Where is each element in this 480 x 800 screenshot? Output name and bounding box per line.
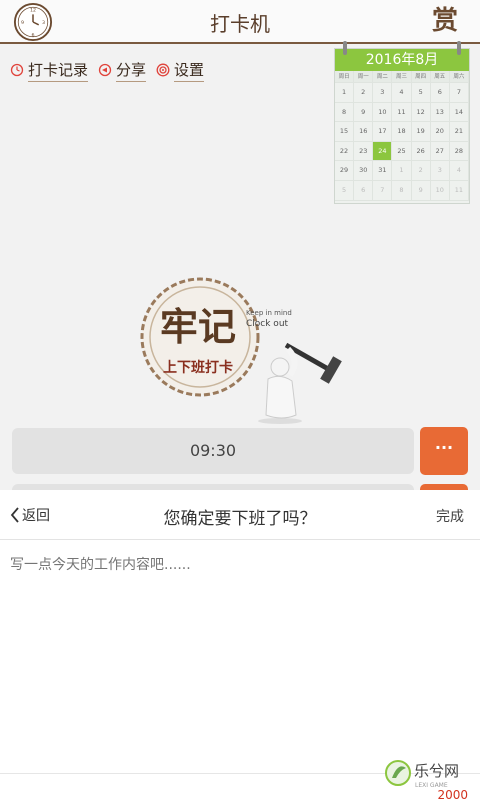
work-note-input[interactable]	[10, 554, 470, 754]
calendar-day[interactable]: 11	[392, 102, 412, 123]
calendar-day-next-month[interactable]: 2	[411, 161, 431, 181]
calendar-ring-right	[457, 41, 461, 55]
calendar-day[interactable]: 31	[373, 161, 393, 181]
calendar-day[interactable]: 9	[354, 102, 374, 123]
calendar-day[interactable]: 15	[335, 122, 355, 142]
calendar: 2016年8月 周日 周一 周二 周三 周四 周五 周六 1 2 3 4 5 6…	[334, 41, 470, 204]
link-history-label: 打卡记录	[28, 59, 89, 82]
calendar-day-next-month[interactable]: 1	[392, 161, 412, 181]
history-icon	[10, 63, 24, 77]
calendar-day[interactable]: 25	[392, 141, 412, 162]
calendar-day[interactable]: 4	[392, 83, 412, 103]
calendar-day[interactable]: 19	[411, 122, 431, 142]
reward-button[interactable]: 赏	[428, 4, 462, 38]
top-bar: 12 3 6 9 打卡机 赏	[0, 0, 480, 44]
weekday-label: 周日	[335, 71, 355, 83]
calendar-day[interactable]: 8	[335, 102, 355, 123]
calendar-day[interactable]: 23	[354, 141, 374, 162]
calendar-day[interactable]: 29	[335, 161, 355, 181]
calendar-day[interactable]: 21	[449, 122, 469, 142]
share-icon	[98, 63, 112, 77]
page-title: 打卡机	[210, 12, 270, 36]
sheet-header: 返回 您确定要下班了吗？ 完成	[0, 490, 480, 540]
weekday-label: 周二	[373, 71, 393, 83]
calendar-day[interactable]: 6	[430, 83, 450, 103]
calendar-day-next-month[interactable]: 8	[392, 180, 412, 201]
link-history[interactable]: 打卡记录	[10, 58, 89, 82]
calendar-day[interactable]: 7	[449, 83, 469, 103]
calendar-day-next-month[interactable]: 9	[411, 180, 431, 201]
logo-big-text: 牢记	[160, 305, 236, 349]
calendar-day-next-month[interactable]: 6	[354, 180, 374, 201]
calendar-day-today[interactable]: 24	[373, 141, 393, 162]
calendar-day[interactable]: 27	[430, 141, 450, 162]
calendar-day-next-month[interactable]: 3	[430, 161, 450, 181]
calendar-day[interactable]: 2	[354, 83, 374, 103]
watermark-text: 乐兮网	[414, 762, 459, 780]
weekday-label: 周五	[430, 71, 450, 83]
logo-english-2: Clock out	[246, 319, 289, 329]
clock-out-sheet: 返回 您确定要下班了吗？ 完成 2000	[0, 490, 480, 800]
settings-icon	[156, 63, 170, 77]
calendar-day[interactable]: 30	[354, 161, 374, 181]
done-button[interactable]: 完成	[436, 506, 464, 526]
calendar-grid: 周日 周一 周二 周三 周四 周五 周六 1 2 3 4 5 6 7 8 9 1…	[335, 71, 469, 201]
calendar-day[interactable]: 22	[335, 141, 355, 162]
weekday-label: 周四	[411, 71, 431, 83]
calendar-day[interactable]: 14	[449, 102, 469, 123]
calendar-day-next-month[interactable]: 4	[449, 161, 469, 181]
logo-english-1: Keep in mind	[246, 309, 292, 317]
clock-in-logo: 牢记 上下班打卡 Keep in mind Clock out	[140, 277, 342, 424]
calendar-day-next-month[interactable]: 7	[373, 180, 393, 201]
calendar-day[interactable]: 16	[354, 122, 374, 142]
calendar-day[interactable]: 1	[335, 83, 355, 103]
calendar-day[interactable]: 3	[373, 83, 393, 103]
link-share[interactable]: 分享	[98, 58, 147, 82]
calendar-day-next-month[interactable]: 5	[335, 180, 355, 201]
logo-sub-text: 上下班打卡	[163, 359, 233, 376]
weekday-label: 周六	[449, 71, 469, 83]
calendar-day[interactable]: 26	[411, 141, 431, 162]
more-options-button[interactable]: ···	[420, 427, 468, 475]
calendar-day[interactable]: 13	[430, 102, 450, 123]
calendar-month-title[interactable]: 2016年8月	[335, 49, 469, 71]
weekday-label: 周一	[354, 71, 374, 83]
calendar-day[interactable]: 17	[373, 122, 393, 142]
calendar-day[interactable]: 28	[449, 141, 469, 162]
time-display[interactable]: 09:30	[12, 428, 414, 474]
calendar-day[interactable]: 18	[392, 122, 412, 142]
calendar-ring-left	[343, 41, 347, 55]
action-links: 打卡记录 分享 设置	[10, 58, 205, 82]
link-settings-label: 设置	[174, 59, 205, 82]
calendar-day[interactable]: 5	[411, 83, 431, 103]
site-watermark-logo: 乐兮网 LEXI GAME	[385, 760, 459, 789]
link-settings[interactable]: 设置	[156, 58, 205, 82]
weekday-label: 周三	[392, 71, 412, 83]
watermark-sub: LEXI GAME	[415, 782, 448, 789]
calendar-day[interactable]: 20	[430, 122, 450, 142]
sheet-title: 您确定要下班了吗？	[163, 509, 317, 529]
calendar-day-next-month[interactable]: 10	[430, 180, 450, 201]
calendar-day-next-month[interactable]: 11	[449, 180, 469, 201]
link-share-label: 分享	[116, 59, 147, 82]
calendar-day[interactable]: 12	[411, 102, 431, 123]
calendar-day[interactable]: 10	[373, 102, 393, 123]
